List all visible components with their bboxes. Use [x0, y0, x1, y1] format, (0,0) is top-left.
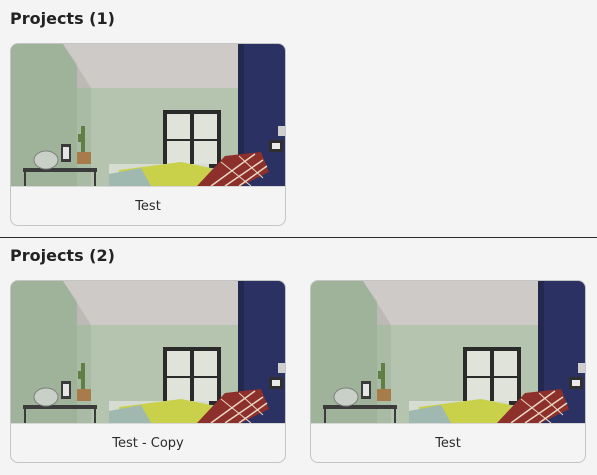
- project-card[interactable]: Test: [10, 43, 286, 226]
- projects-section-1: Projects (1) Test: [0, 0, 597, 237]
- section-title: Projects (2): [10, 246, 115, 265]
- project-thumbnail: [11, 281, 285, 423]
- section-title: Projects (1): [10, 9, 115, 28]
- project-thumbnail: [311, 281, 585, 423]
- projects-section-2: Projects (2) Test - Copy Test: [0, 238, 597, 475]
- project-name: Test - Copy: [11, 423, 285, 462]
- project-thumbnail: [11, 44, 285, 186]
- project-card[interactable]: Test - Copy: [10, 280, 286, 463]
- project-name: Test: [11, 186, 285, 225]
- project-name: Test: [311, 423, 585, 462]
- project-card[interactable]: Test: [310, 280, 586, 463]
